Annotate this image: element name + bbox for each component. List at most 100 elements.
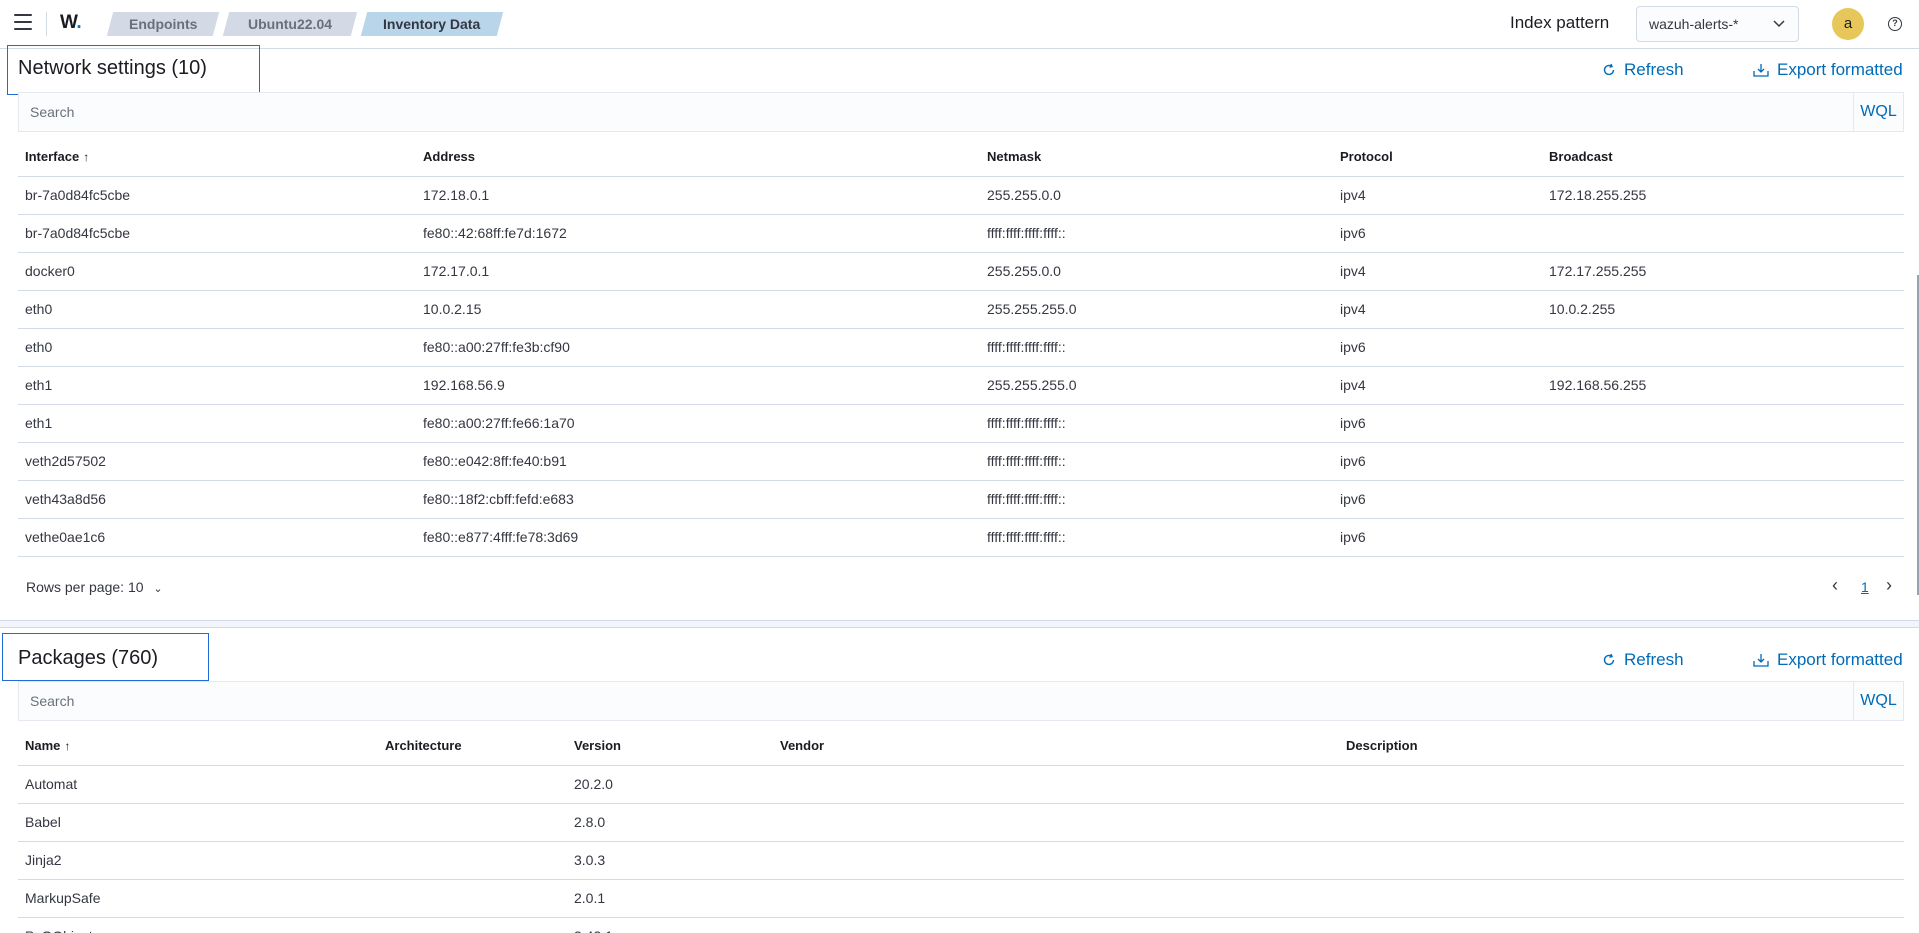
packages-refresh-button[interactable]: Refresh — [1602, 650, 1684, 670]
table-row: eth1 192.168.56.9 255.255.255.0 ipv4 192.168… — [18, 366, 1904, 405]
packages-panel: Packages (760) Refresh Export formatted … — [0, 628, 1919, 933]
network-refresh-button[interactable]: Refresh — [1602, 60, 1684, 80]
column-header-vendor[interactable]: Vendor — [773, 727, 1339, 766]
network-settings-panel: Network settings (10) Refresh Export for… — [0, 45, 1919, 620]
table-cell-protocol: ipv4 — [1333, 290, 1542, 329]
table-cell-architecture — [378, 841, 567, 880]
rows-per-page-select[interactable]: Rows per page: 10 ⌄ — [26, 579, 163, 595]
table-cell-vendor — [773, 841, 1339, 880]
table-row: eth0 fe80::a00:27ff:fe3b:cf90 ffff:ffff:ff… — [18, 328, 1904, 367]
table-cell-architecture — [378, 917, 567, 933]
export-icon — [1753, 64, 1769, 77]
table-cell-address: 10.0.2.15 — [416, 290, 980, 329]
network-wql-button[interactable]: WQL — [1853, 93, 1903, 131]
table-row: br-7a0d84fc5cbe 172.18.0.1 255.255.0.0 ipv4… — [18, 176, 1904, 215]
network-table-body: br-7a0d84fc5cbe 172.18.0.1 255.255.0.0 ipv4… — [18, 176, 1904, 557]
packages-export-button[interactable]: Export formatted — [1753, 650, 1903, 670]
table-cell-netmask: ffff:ffff:ffff:ffff:: — [980, 518, 1333, 557]
header-divider — [46, 12, 47, 36]
refresh-icon — [1603, 653, 1615, 666]
network-table: Interface ↑ Address Netmask Protocol Broa… — [18, 138, 1904, 557]
network-export-button[interactable]: Export formatted — [1753, 60, 1903, 80]
packages-search-input[interactable] — [19, 682, 1849, 720]
table-row: veth2d57502 fe80::e042:8ff:fe40:b91 ffff:f… — [18, 442, 1904, 481]
table-cell-description — [1339, 841, 1904, 880]
packages-table-body: Automat 20.2.0 Babel 2.8.0 Jinja2 3.0.3 Markup… — [18, 765, 1904, 933]
table-cell-broadcast: 10.0.2.255 — [1542, 290, 1904, 329]
column-header-version[interactable]: Version — [567, 727, 773, 766]
breadcrumb-agent[interactable]: Ubuntu22.04 — [222, 12, 358, 36]
export-icon — [1753, 654, 1769, 667]
table-cell-netmask: ffff:ffff:ffff:ffff:: — [980, 404, 1333, 443]
table-row: br-7a0d84fc5cbe fe80::42:68ff:fe7d:1672 ff… — [18, 214, 1904, 253]
sort-ascending-icon: ↑ — [64, 739, 71, 754]
table-row: Babel 2.8.0 — [18, 803, 1904, 842]
column-header-netmask[interactable]: Netmask — [980, 138, 1333, 177]
table-row: MarkupSafe 2.0.1 — [18, 879, 1904, 918]
table-cell-protocol: ipv6 — [1333, 404, 1542, 443]
column-header-broadcast[interactable]: Broadcast — [1542, 138, 1904, 177]
network-settings-title: Network settings (10) — [18, 57, 207, 79]
table-cell-interface: eth0 — [18, 290, 416, 329]
pagination-prev-icon[interactable]: ‹ — [1832, 575, 1838, 596]
pagination-page-1[interactable]: 1 — [1861, 579, 1869, 595]
table-cell-vendor — [773, 765, 1339, 804]
table-cell-vendor — [773, 803, 1339, 842]
table-cell-broadcast: 192.168.56.255 — [1542, 366, 1904, 405]
table-cell-netmask: ffff:ffff:ffff:ffff:: — [980, 480, 1333, 519]
table-cell-name: Automat — [18, 765, 378, 804]
table-cell-name: Babel — [18, 803, 378, 842]
index-pattern-select[interactable]: wazuh-alerts-* — [1636, 6, 1799, 42]
network-search-bar: WQL — [18, 92, 1904, 132]
column-header-address[interactable]: Address — [416, 138, 980, 177]
table-row: veth43a8d56 fe80::18f2:cbff:fefd:e683 ffff… — [18, 480, 1904, 519]
table-row: eth0 10.0.2.15 255.255.255.0 ipv4 10.0.2.255 — [18, 290, 1904, 329]
help-icon[interactable]: ? — [1888, 17, 1902, 31]
table-cell-interface: veth43a8d56 — [18, 480, 416, 519]
column-header-architecture[interactable]: Architecture — [378, 727, 567, 766]
table-row: Jinja2 3.0.3 — [18, 841, 1904, 880]
wazuh-logo[interactable]: W. — [60, 12, 82, 34]
user-avatar[interactable]: a — [1832, 8, 1864, 40]
table-cell-interface: eth1 — [18, 404, 416, 443]
table-cell-interface: vethe0ae1c6 — [18, 518, 416, 557]
table-cell-interface: br-7a0d84fc5cbe — [18, 214, 416, 253]
table-cell-description — [1339, 803, 1904, 842]
chevron-down-icon — [1773, 20, 1785, 28]
table-cell-protocol: ipv6 — [1333, 442, 1542, 481]
table-row: docker0 172.17.0.1 255.255.0.0 ipv4 172.17.2… — [18, 252, 1904, 291]
breadcrumb-endpoints[interactable]: Endpoints — [106, 12, 220, 36]
table-cell-interface: eth1 — [18, 366, 416, 405]
network-search-input[interactable] — [19, 93, 1849, 131]
column-header-protocol[interactable]: Protocol — [1333, 138, 1542, 177]
table-cell-netmask: ffff:ffff:ffff:ffff:: — [980, 214, 1333, 253]
table-cell-netmask: 255.255.255.0 — [980, 366, 1333, 405]
table-cell-protocol: ipv4 — [1333, 176, 1542, 215]
packages-table: Name ↑ Architecture Version Vendor Descri… — [18, 727, 1904, 933]
column-header-name[interactable]: Name ↑ — [18, 727, 378, 766]
index-pattern-value: wazuh-alerts-* — [1649, 16, 1739, 32]
table-cell-name: Jinja2 — [18, 841, 378, 880]
hamburger-menu-icon[interactable] — [14, 14, 32, 32]
table-cell-broadcast — [1542, 480, 1904, 519]
table-cell-address: fe80::a00:27ff:fe66:1a70 — [416, 404, 980, 443]
breadcrumb-inventory-data: Inventory Data — [360, 12, 504, 36]
table-cell-protocol: ipv6 — [1333, 518, 1542, 557]
table-cell-interface: docker0 — [18, 252, 416, 291]
column-header-interface[interactable]: Interface ↑ — [18, 138, 416, 177]
pagination-next-icon[interactable]: › — [1886, 575, 1892, 596]
table-cell-version: 20.2.0 — [567, 765, 773, 804]
table-cell-broadcast — [1542, 442, 1904, 481]
table-cell-protocol: ipv6 — [1333, 480, 1542, 519]
table-cell-netmask: ffff:ffff:ffff:ffff:: — [980, 442, 1333, 481]
table-cell-protocol: ipv4 — [1333, 366, 1542, 405]
table-cell-protocol: ipv4 — [1333, 252, 1542, 291]
table-row: vethe0ae1c6 fe80::e877:4fff:fe78:3d69 ffff… — [18, 518, 1904, 557]
table-row: Automat 20.2.0 — [18, 765, 1904, 804]
table-cell-description — [1339, 765, 1904, 804]
table-cell-broadcast: 172.18.255.255 — [1542, 176, 1904, 215]
packages-wql-button[interactable]: WQL — [1853, 682, 1903, 720]
refresh-icon — [1603, 63, 1615, 76]
column-header-description[interactable]: Description — [1339, 727, 1904, 766]
table-cell-name: PyGObject — [18, 917, 378, 933]
